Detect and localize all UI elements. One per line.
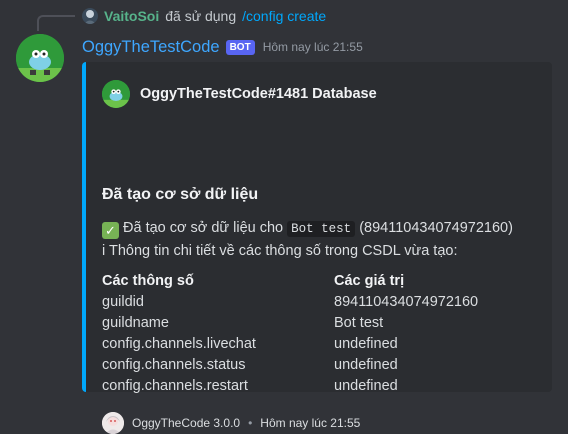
reply-username[interactable]: VaitoSoi bbox=[104, 8, 159, 24]
reply-connector-line bbox=[37, 15, 75, 31]
field-values: Các giá trị 894110434074972160 Bot test … bbox=[334, 270, 478, 397]
footer-separator: • bbox=[248, 416, 253, 430]
embed-author-icon bbox=[102, 80, 130, 108]
bot-tag: BOT bbox=[225, 39, 255, 55]
inline-code-guildname: Bot test bbox=[287, 221, 356, 237]
reply-command-link[interactable]: /config create bbox=[242, 8, 326, 24]
footer-text: OggyTheCode 3.0.0 bbox=[132, 416, 241, 430]
field-value: config.channels.livechat bbox=[102, 336, 256, 352]
field-name: Các giá trị bbox=[334, 273, 405, 289]
field-value: config.channels.status bbox=[102, 357, 246, 373]
field-value: Bot test bbox=[334, 315, 384, 331]
footer-icon bbox=[102, 412, 124, 434]
field-value: config.channels.restart bbox=[102, 378, 248, 394]
field-parameters: Các thông số guildid guildname config.ch… bbox=[102, 270, 256, 397]
field-value: 894110434074972160 bbox=[334, 294, 479, 310]
embed-footer: OggyTheCode 3.0.0 • Hôm nay lúc 21:55 bbox=[102, 412, 360, 434]
embed-author: OggyTheTestCode#1481 Database bbox=[102, 80, 377, 108]
bot-avatar[interactable] bbox=[16, 34, 64, 82]
field-value: guildname bbox=[102, 315, 169, 331]
field-value: undefined bbox=[334, 357, 398, 373]
reply-reference[interactable]: VaitoSoi đã sử dụng /config create bbox=[82, 7, 326, 25]
field-value: guildid bbox=[102, 294, 144, 310]
embed-description: ✓ Đã tạo cơ sở dữ liệu cho Bot test (8941… bbox=[102, 217, 513, 262]
reply-action-text: đã sử dụng bbox=[165, 8, 237, 24]
footer-timestamp: Hôm nay lúc 21:55 bbox=[260, 416, 361, 430]
embed-description-line-1: ✓ Đã tạo cơ sở dữ liệu cho Bot test (8941… bbox=[102, 217, 513, 240]
author-name[interactable]: OggyTheTestCode bbox=[82, 38, 220, 57]
description-text: Đã tạo cơ sở dữ liệu cho bbox=[123, 220, 284, 236]
field-name: Các thông số bbox=[102, 273, 194, 289]
embed-title: Đã tạo cơ sở dữ liệu bbox=[102, 186, 259, 203]
embed-description-line-2: i Thông tin chi tiết về các thông số tro… bbox=[102, 243, 458, 259]
guild-id-text: (894110434074972160) bbox=[359, 220, 513, 236]
embed-author-name: OggyTheTestCode#1481 Database bbox=[140, 86, 377, 102]
embed: OggyTheTestCode#1481 Database Đã tạo cơ … bbox=[82, 62, 552, 434]
message-header: OggyTheTestCode BOT Hôm nay lúc 21:55 bbox=[82, 36, 363, 58]
message-timestamp[interactable]: Hôm nay lúc 21:55 bbox=[263, 40, 363, 54]
field-value: undefined bbox=[334, 336, 398, 352]
reply-avatar[interactable] bbox=[82, 8, 98, 24]
check-mark-icon: ✓ bbox=[102, 222, 119, 239]
field-value: undefined bbox=[334, 378, 398, 394]
